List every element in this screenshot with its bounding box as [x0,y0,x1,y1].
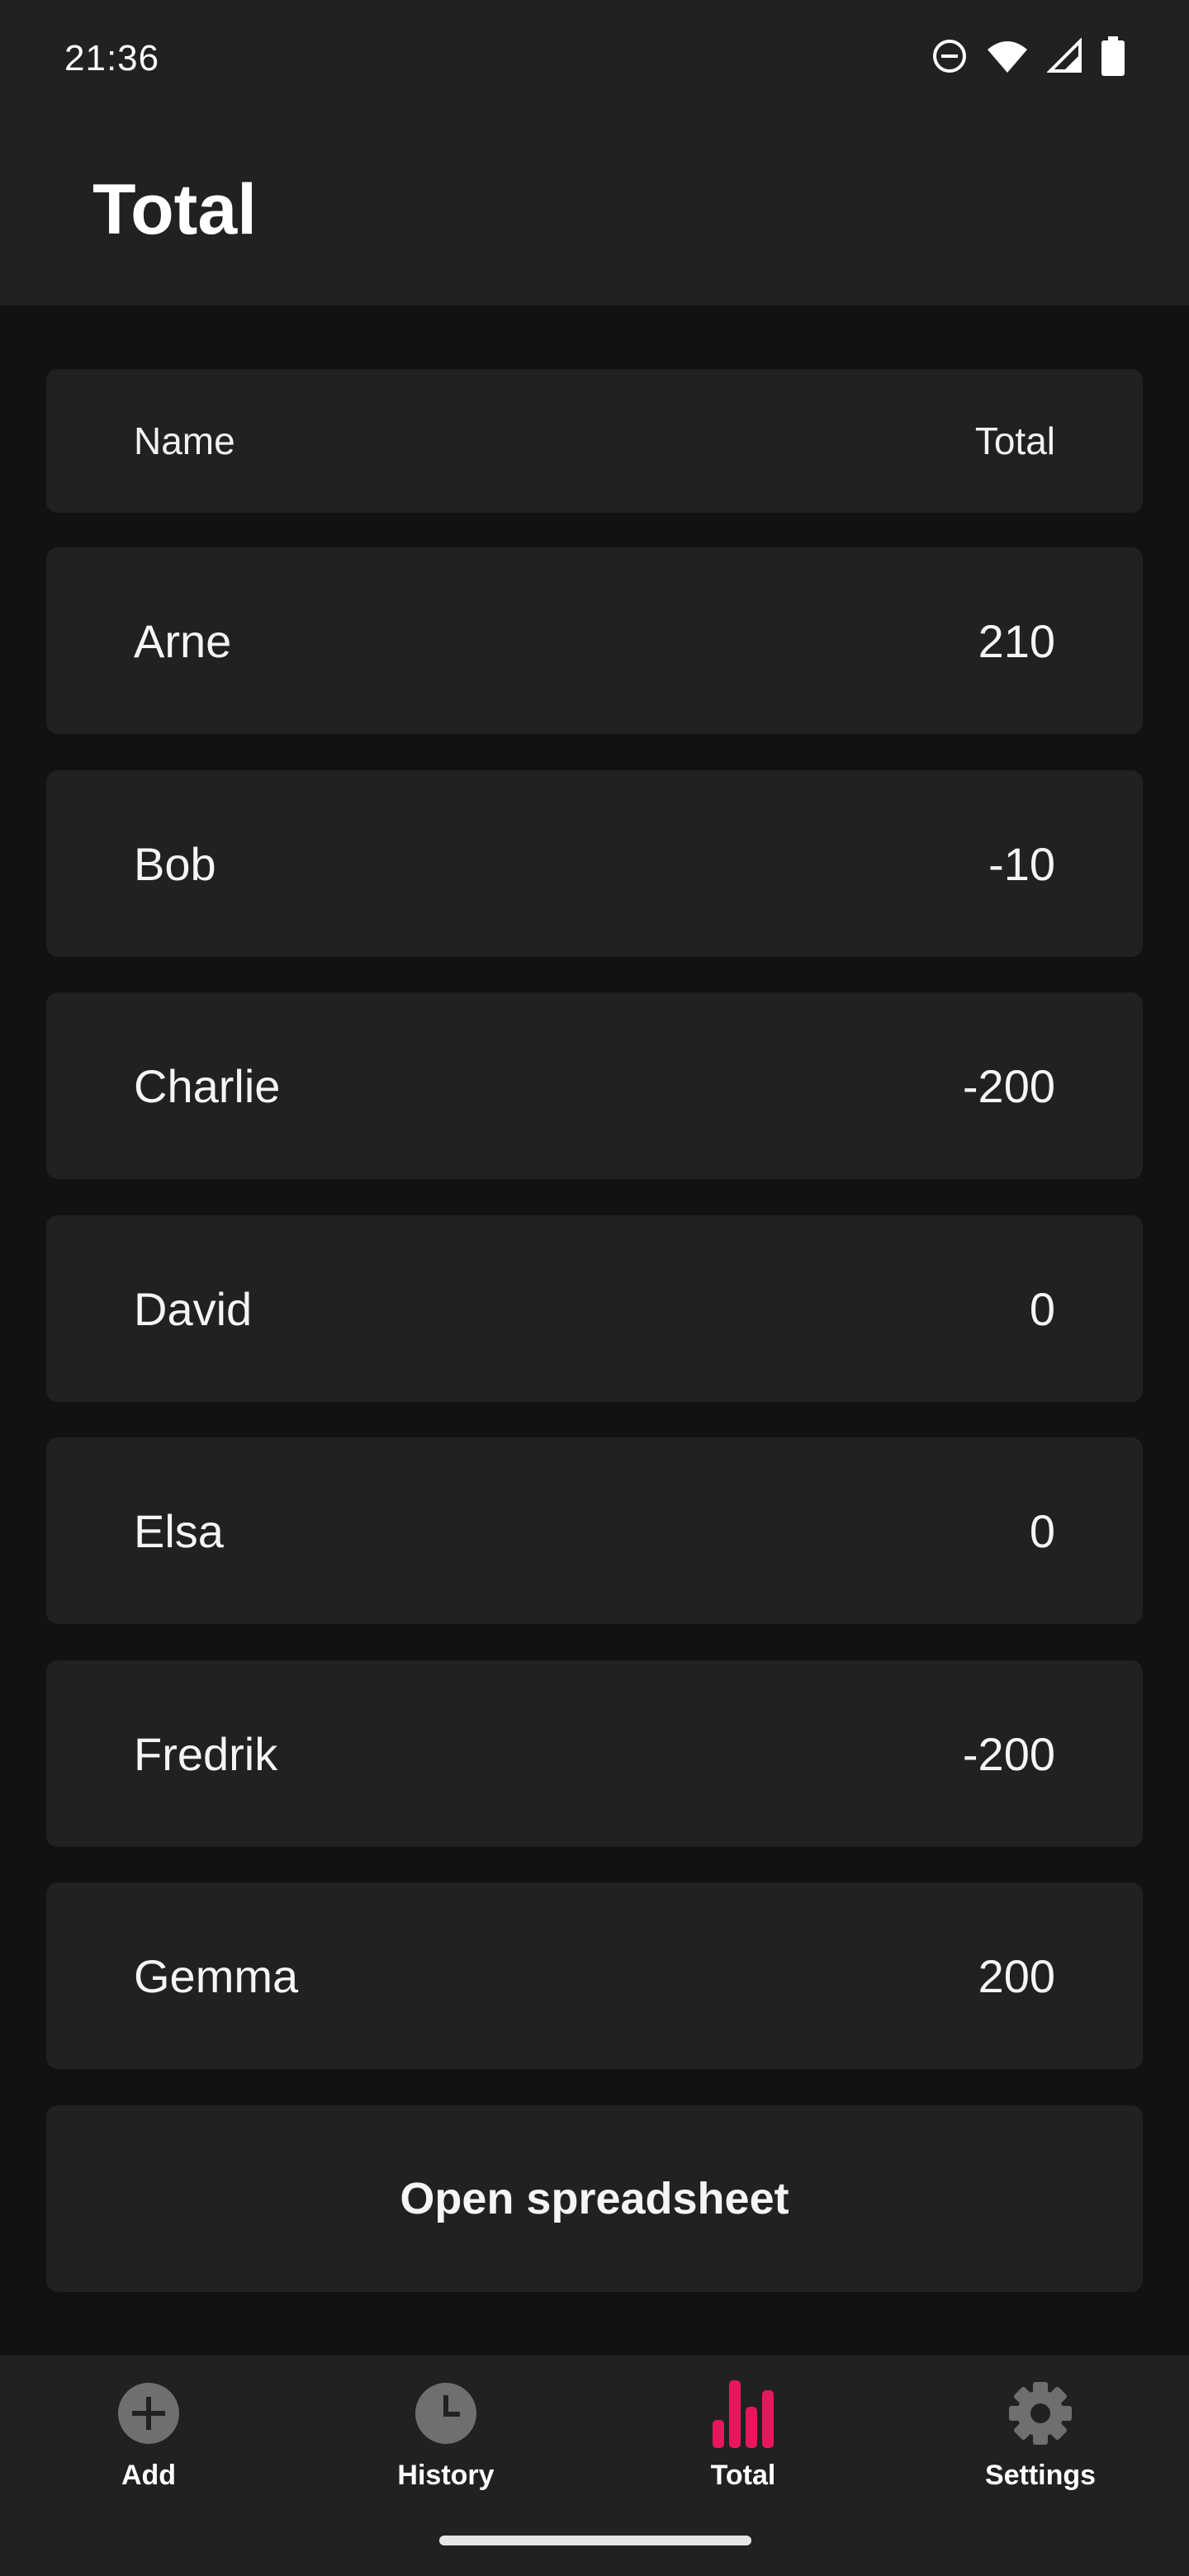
home-indicator[interactable] [439,2536,751,2545]
table-row[interactable]: Bob -10 [46,770,1143,957]
table-row[interactable]: Elsa 0 [46,1437,1143,1624]
row-name: Fredrik [134,1727,278,1780]
row-total: -10 [988,837,1055,890]
add-circle-icon [116,2377,182,2450]
wifi-icon [986,38,1029,74]
bar-chart-icon [710,2377,776,2450]
status-bar: 21:36 [0,0,1189,124]
row-total: 200 [978,1949,1055,2002]
row-total: 0 [1029,1282,1055,1335]
battery-icon [1101,36,1125,76]
row-name: David [134,1282,253,1335]
column-header-total: Total [974,419,1055,462]
table-row[interactable]: David 0 [46,1215,1143,1402]
nav-label-history: History [397,2460,495,2491]
totals-list: Name Total Arne 210 Bob -10 Charlie -200… [0,305,1189,2356]
status-time: 21:36 [64,38,160,78]
table-row[interactable]: Fredrik -200 [46,1660,1143,1847]
cellular-signal-icon [1047,38,1083,74]
do-not-disturb-icon [931,38,968,74]
row-name: Charlie [134,1059,281,1112]
table-row[interactable]: Arne 210 [46,547,1143,734]
app-bar: Total [0,124,1189,305]
nav-label-add: Add [121,2460,177,2491]
nav-item-add[interactable]: Add [0,2377,297,2534]
nav-label-settings: Settings [984,2460,1097,2491]
row-name: Bob [134,837,216,890]
nav-item-history[interactable]: History [297,2377,594,2534]
row-total: 210 [978,614,1055,667]
open-spreadsheet-button[interactable]: Open spreadsheet [46,2105,1143,2292]
row-total: 0 [1029,1504,1055,1557]
gear-icon [1007,2377,1073,2450]
row-name: Elsa [134,1504,224,1557]
nav-item-total[interactable]: Total [594,2377,892,2534]
open-spreadsheet-label: Open spreadsheet [400,2174,789,2223]
nav-label-total: Total [710,2460,776,2491]
table-row[interactable]: Charlie -200 [46,992,1143,1179]
nav-item-settings[interactable]: Settings [892,2377,1189,2534]
status-icons [931,36,1125,76]
table-header: Name Total [46,369,1143,513]
page-title: Total [92,170,258,249]
column-header-name: Name [134,419,235,462]
row-name: Gemma [134,1949,299,2002]
row-total: -200 [962,1059,1055,1112]
row-total: -200 [962,1727,1055,1780]
row-name: Arne [134,614,232,667]
table-row[interactable]: Gemma 200 [46,1882,1143,2069]
clock-icon [413,2377,479,2450]
